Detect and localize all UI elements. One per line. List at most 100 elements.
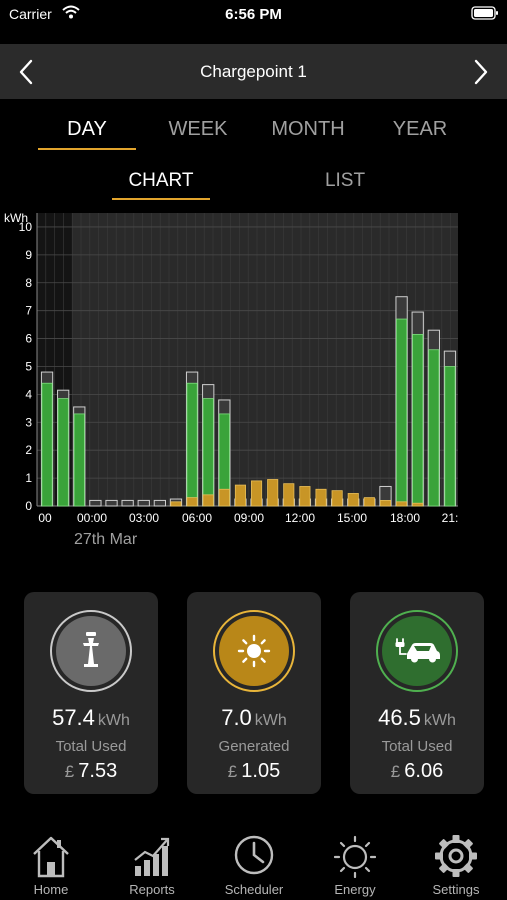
bar-generated [379, 500, 392, 507]
stat-value: 57.4 [52, 705, 95, 730]
status-time: 6:56 PM [225, 6, 282, 23]
tab-chart[interactable]: CHART [112, 166, 210, 200]
bar-used [73, 413, 85, 507]
x-tick-label: 12:00 [285, 511, 315, 525]
x-tick-label: 21: [442, 511, 459, 525]
bar-generated [267, 479, 279, 507]
tab-year[interactable]: YEAR [370, 112, 470, 146]
ev-used-badge [376, 610, 458, 692]
bar-used [444, 366, 456, 507]
stat-label: Total Used [55, 738, 127, 755]
energy-bar-chart: 012345678910kWh00 00:00 03:00 06:00 09:00 12:… [4, 211, 459, 525]
stat-unit: kWh [254, 712, 287, 729]
bar-generated [363, 497, 375, 507]
stat-label: Generated [218, 738, 290, 755]
x-tick-label: 18:00 [390, 511, 420, 525]
y-tick-label: 1 [25, 471, 32, 485]
bar-total [153, 499, 167, 507]
stat-currency: £ [64, 762, 75, 781]
bar-generated [315, 488, 327, 507]
stat-value: 46.5 [378, 705, 421, 730]
stat-cost: 6.06 [404, 760, 444, 782]
car-icon [395, 638, 440, 663]
bar-generated [283, 483, 295, 507]
tab-energy-label: Energy [334, 882, 376, 897]
chevron-right-icon[interactable] [467, 58, 493, 86]
bar-used [428, 349, 440, 507]
bar-used [396, 318, 408, 507]
home-icon [33, 836, 69, 878]
bar-total [105, 499, 118, 507]
sun-icon [237, 634, 271, 668]
tab-list[interactable]: LIST [296, 166, 394, 196]
tab-energy[interactable]: Energy [310, 828, 400, 900]
bar-generated [331, 490, 343, 507]
chevron-left-icon[interactable] [14, 58, 40, 86]
y-tick-label: 7 [25, 304, 32, 318]
x-tick-label: 03:00 [129, 511, 159, 525]
y-tick-label: 8 [25, 276, 32, 290]
bar-used [202, 398, 214, 507]
stat-unit: kWh [97, 712, 130, 729]
y-tick-label: 2 [25, 443, 32, 457]
gear-icon [435, 835, 477, 877]
tab-home-label: Home [33, 882, 69, 897]
status-bar: Carrier 6:56 PM [0, 0, 507, 30]
nav-header: Chargepoint 1 [0, 44, 507, 99]
stat-card-generated: 7.0 kWh Generated £1.05 [187, 592, 321, 794]
x-tick-label: 09:00 [234, 511, 264, 525]
tab-day[interactable]: DAY [38, 112, 136, 150]
x-tick-label: 15:00 [337, 511, 367, 525]
stat-unit: kWh [423, 712, 456, 729]
bar-used [57, 398, 69, 507]
bar-used [412, 333, 424, 507]
view-tabs: CHART LIST [0, 166, 507, 206]
bar-total [137, 499, 150, 507]
period-tabs: DAY WEEK MONTH YEAR [0, 112, 507, 152]
tab-month[interactable]: MONTH [258, 112, 358, 146]
tab-reports-label: Reports [129, 882, 175, 897]
stat-label: Total Used [381, 738, 453, 755]
y-axis-label: kWh [4, 211, 28, 225]
stat-value: 7.0 [221, 705, 252, 730]
clock-icon [234, 835, 274, 875]
energy-sun-icon [334, 835, 376, 878]
x-tick-label: 06:00 [182, 511, 212, 525]
bar-total [89, 499, 102, 507]
bar-total [121, 499, 134, 507]
bar-used [41, 382, 53, 507]
x-tick-label: 00:00 [77, 511, 107, 525]
y-tick-label: 4 [25, 387, 32, 401]
bar-generated [251, 480, 263, 507]
tab-home[interactable]: Home [6, 828, 96, 900]
stat-cost: 1.05 [241, 760, 281, 782]
bottom-tab-bar: Home Reports Scheduler Energy Settings [0, 828, 507, 900]
tab-reports[interactable]: Reports [107, 828, 197, 900]
bar-generated [347, 493, 359, 507]
bar-generated [299, 486, 311, 507]
bar-used [186, 382, 198, 507]
battery-icon [471, 6, 498, 20]
bar-generated [170, 501, 182, 507]
bar-generated [218, 488, 230, 507]
stat-card-ev-used: 46.5 kWh Total Used £6.06 [350, 592, 484, 794]
y-tick-label: 6 [25, 332, 32, 346]
y-tick-label: 9 [25, 248, 32, 262]
stat-currency: £ [227, 762, 238, 781]
pylon-icon [83, 632, 99, 667]
y-tick-label: 0 [25, 499, 32, 513]
tab-settings-label: Settings [432, 882, 480, 897]
tab-scheduler[interactable]: Scheduler [209, 828, 299, 900]
tab-week[interactable]: WEEK [148, 112, 248, 146]
bar-generated [202, 494, 214, 507]
generated-badge [213, 610, 295, 692]
tab-scheduler-label: Scheduler [224, 882, 284, 897]
bar-generated [186, 497, 198, 507]
reports-icon [134, 837, 170, 876]
y-tick-label: 3 [25, 415, 32, 429]
stat-currency: £ [390, 762, 401, 781]
stat-card-total-used: 57.4 kWh Total Used £7.53 [24, 592, 158, 794]
tab-settings[interactable]: Settings [411, 828, 501, 900]
stat-cost: 7.53 [78, 760, 118, 782]
bar-generated [412, 502, 424, 507]
